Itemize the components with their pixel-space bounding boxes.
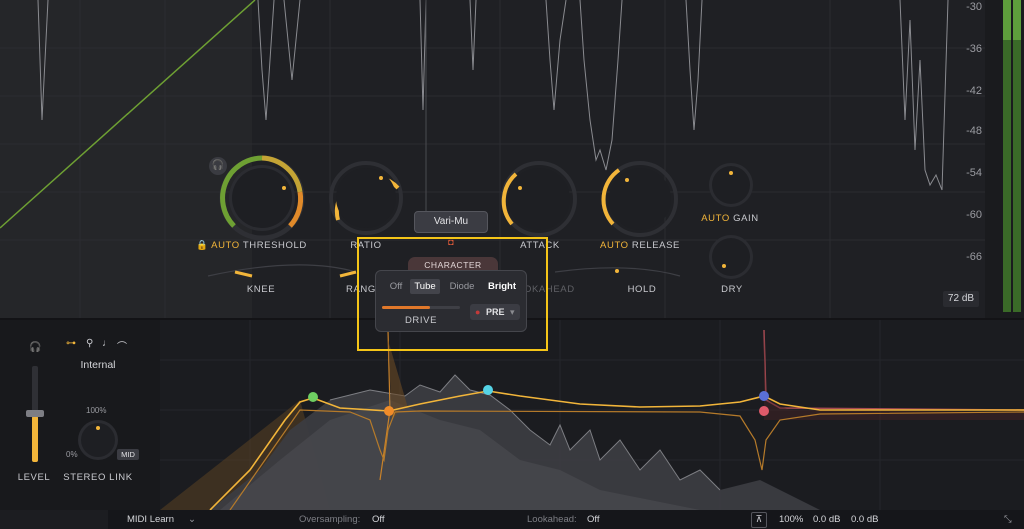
gain-label: AUTO GAIN: [690, 213, 770, 224]
meter-scale-label: -60: [966, 209, 982, 221]
midi-learn-button[interactable]: MIDI Learn: [127, 510, 174, 529]
envelope-icon[interactable]: ⌒: [117, 338, 127, 353]
stereo-link-knob[interactable]: [76, 418, 120, 462]
lookahead-label: Lookahead:: [527, 514, 577, 525]
midi-note-icon[interactable]: ♩: [102, 338, 112, 349]
meter-scale-label: -54: [966, 167, 982, 179]
audio-input-icon[interactable]: ⚲: [86, 338, 93, 349]
midi-learn-chevron-icon[interactable]: ⌄: [188, 510, 196, 529]
headphones-icon[interactable]: 🎧: [29, 342, 41, 353]
sidechain-source-icon[interactable]: ⊶: [66, 338, 76, 349]
lookahead-value[interactable]: Off: [587, 510, 600, 529]
meter-scale-label: -36: [966, 43, 982, 55]
meter-scale-label: -42: [966, 85, 982, 97]
stereo-top-value: 100%: [86, 406, 107, 415]
threshold-auto-toggle[interactable]: AUTO: [211, 240, 240, 251]
dry-knob[interactable]: [706, 232, 756, 282]
oversampling-value[interactable]: Off: [372, 510, 385, 529]
stereo-left-value: 0%: [66, 450, 78, 459]
release-text: RELEASE: [631, 240, 680, 251]
threshold-knob[interactable]: [216, 152, 308, 244]
range-readout: 72 dB: [943, 291, 979, 307]
gain-value-2[interactable]: 0.0 dB: [851, 510, 878, 529]
stereo-link-label: STEREO LINK: [63, 472, 133, 483]
gain-value-1[interactable]: 0.0 dB: [813, 510, 840, 529]
gain-text: GAIN: [733, 213, 759, 224]
release-label: AUTO RELEASE: [588, 240, 692, 251]
release-auto-toggle[interactable]: AUTO: [600, 240, 629, 251]
meter-scale-label: -30: [966, 1, 982, 13]
release-knob[interactable]: [599, 158, 681, 240]
resize-icon[interactable]: ⤡: [1004, 510, 1012, 529]
dry-label: DRY: [721, 284, 743, 295]
level-label: LEVEL: [17, 472, 51, 483]
threshold-text: THRESHOLD: [242, 240, 307, 251]
zoom-value[interactable]: 100%: [779, 510, 803, 529]
knee-label[interactable]: KNEE: [236, 284, 286, 295]
sidechain-source[interactable]: Internal: [62, 359, 134, 371]
stereo-mode-badge[interactable]: MID: [117, 449, 139, 460]
oversampling-label: Oversampling:: [299, 514, 361, 525]
threshold-label: 🔒 AUTO THRESHOLD: [196, 240, 306, 251]
gain-knob[interactable]: [706, 160, 756, 210]
meter-scale-label: -66: [966, 251, 982, 263]
bottom-bar: MIDI Learn ⌄ Oversampling: Off Lookahead…: [108, 510, 1024, 529]
meter-scale-label: -48: [966, 125, 982, 137]
collapse-icon[interactable]: ⊼: [751, 512, 767, 528]
highlight-box: [357, 237, 548, 351]
lock-icon: 🔒: [196, 240, 209, 251]
attack-knob[interactable]: [498, 158, 580, 240]
gain-auto-toggle[interactable]: AUTO: [701, 213, 730, 224]
hold-label[interactable]: HOLD: [618, 284, 666, 295]
compressor-style-button[interactable]: Vari-Mu: [414, 211, 488, 233]
ratio-knob[interactable]: [326, 158, 406, 238]
